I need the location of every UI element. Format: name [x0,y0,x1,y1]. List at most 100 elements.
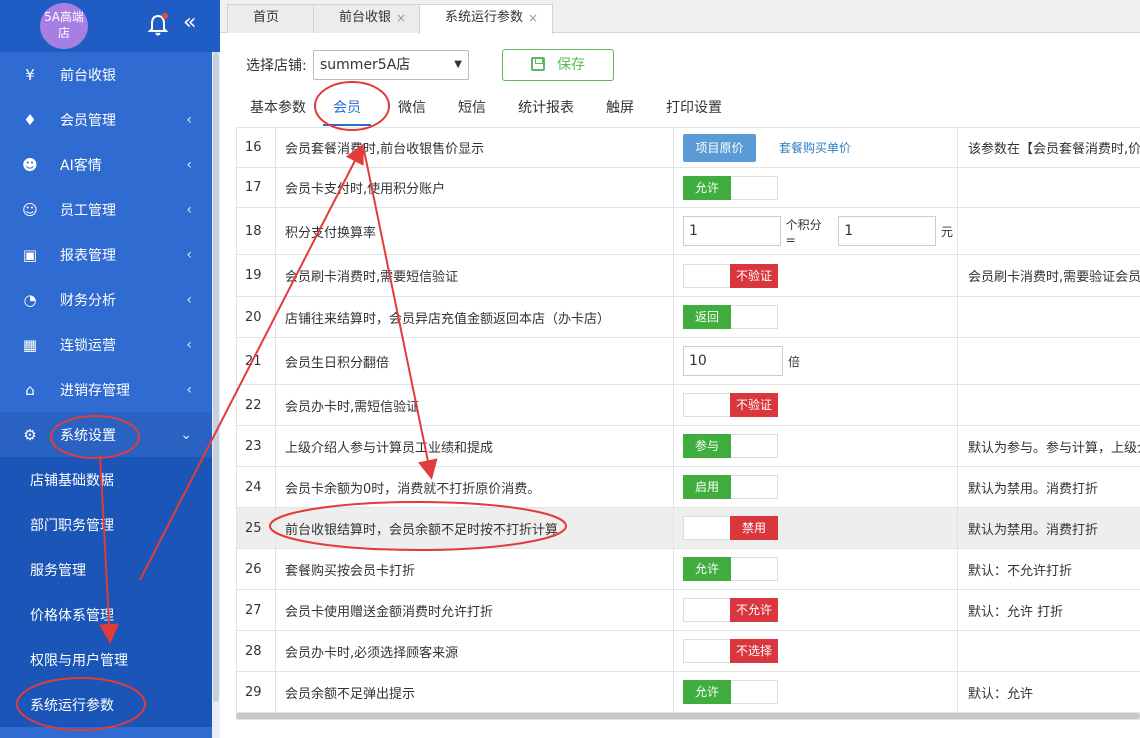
table-row: 19 会员刷卡消费时,需要短信验证 不验证 会员刷卡消费时,需要验证会员卡 [236,255,1140,297]
toggle-switch[interactable]: 参与 [683,434,778,458]
yuan-input[interactable]: 1 [838,216,936,246]
close-icon[interactable]: × [396,5,406,31]
sidebar-item-settings[interactable]: ⚙ 系统设置 ⌄ [0,412,212,457]
tab-cashier[interactable]: 前台收银 × [313,4,421,33]
row-description: 会员卡使用赠送金额消费时允许打折 [276,590,674,630]
toggle-switch-label: 允许 [683,175,731,200]
toggle-switch[interactable]: 允许 [683,680,778,704]
sidebar-item-staff[interactable]: ☺ 员工管理 ‹ [0,187,212,232]
sidebar-item-label: AI客情 [60,157,102,174]
row-description: 会员套餐消费时,前台收银售价显示 [276,128,674,167]
row-number: 27 [236,590,276,630]
store-logo[interactable]: 5A高端店 [40,3,88,49]
caret-down-icon: ▼ [454,59,462,70]
row-note [958,168,1140,207]
sidebar-scroll-thumb[interactable] [213,52,219,702]
row-note [958,338,1140,384]
submenu-store-basic[interactable]: 店铺基础数据 [0,457,212,502]
tab-label: 系统运行参数 [445,10,524,25]
tab-bar: 首页 前台收银 × 系统运行参数 × [220,0,1140,34]
store-select[interactable]: summer5A店 ▼ [313,50,469,80]
subtab-wechat[interactable]: 微信 [398,97,426,117]
toggle-switch[interactable]: 允许 [683,557,778,581]
sidebar-item-inventory[interactable]: ⌂ 进销存管理 ‹ [0,367,212,412]
close-icon[interactable]: × [528,5,538,31]
row-control: 10 倍 [674,338,958,384]
row-control: 返回 [674,297,958,337]
submenu-pricing[interactable]: 价格体系管理 [0,592,212,637]
row-note: 默认：允许 [968,686,1034,702]
tab-home[interactable]: 首页 [227,4,315,33]
row-note: 默认为禁用。消费打折 [968,481,1099,497]
floppy-disk-icon [531,57,545,71]
horizontal-scroll-thumb[interactable] [236,713,1140,719]
row-control: 不允许 [674,590,958,630]
toggle-switch[interactable]: 返回 [683,305,778,329]
submenu-services[interactable]: 服务管理 [0,547,212,592]
toggle-switch[interactable]: 不验证 [683,393,778,417]
submenu-runtime-params[interactable]: 系统运行参数 [0,682,212,727]
toggle-switch[interactable]: 允许 [683,175,778,200]
sidebar-item-ai-customer[interactable]: ☻ AI客情 ‹ [0,142,212,187]
table-row: 25 前台收银结算时，会员余额不足时按不打折计算 禁用 默认为禁用。消费打折 [236,508,1140,549]
package-price-link[interactable]: 套餐购买单价 [779,139,851,156]
bell-icon[interactable] [147,13,169,37]
subtab-print[interactable]: 打印设置 [666,97,722,117]
settings-table: 16 会员套餐消费时,前台收银售价显示 项目原价 套餐购买单价 该参数在【会员套… [236,127,1140,712]
table-row: 18 积分支付换算率 1 个积分 = 1 元 [236,208,1140,255]
toggle-switch[interactable]: 启用 [683,475,778,499]
sidebar-scrollbar[interactable] [212,52,220,738]
sidebar-item-chain[interactable]: ▦ 连锁运营 ‹ [0,322,212,367]
toggle-switch[interactable]: 禁用 [683,516,778,540]
sidebar-item-members[interactable]: ♦ 会员管理 ‹ [0,97,212,142]
birthday-multiplier-input[interactable]: 10 [683,346,783,376]
store-select-value: summer5A店 [320,57,411,73]
subtab-touch[interactable]: 触屏 [606,97,634,117]
subtab-member[interactable]: 会员 [333,97,361,117]
submenu-departments[interactable]: 部门职务管理 [0,502,212,547]
toggle-switch[interactable]: 不验证 [683,263,778,288]
row-note [958,385,1140,425]
sidebar-item-cashier[interactable]: ¥ 前台收银 [0,52,212,97]
toolbar: 选择店铺: summer5A店 ▼ 保存 [220,33,1140,93]
chevron-left-icon: ‹ [186,156,192,173]
tab-runtime-params[interactable]: 系统运行参数 × [419,4,553,34]
collapse-sidebar-icon[interactable]: « [183,10,196,35]
table-row: 24 会员卡余额为0时，消费就不打折原价消费。 启用 默认为禁用。消费打折 [236,467,1140,508]
row-control: 允许 [674,672,958,712]
table-row: 22 会员办卡时,需短信验证 不验证 [236,385,1140,426]
subtab-sms[interactable]: 短信 [458,97,486,117]
row-control: 不验证 [674,385,958,425]
toggle-switch[interactable]: 不允许 [683,598,778,622]
subtab-stats[interactable]: 统计报表 [518,97,574,117]
chevron-left-icon: ‹ [186,111,192,128]
row-number: 20 [236,297,276,337]
table-horizontal-scrollbar[interactable] [236,712,1140,720]
original-price-button[interactable]: 项目原价 [683,133,756,162]
toggle-switch[interactable]: 不选择 [683,639,778,663]
row-description: 会员刷卡消费时,需要短信验证 [276,255,674,296]
yen-icon: ¥ [25,65,35,84]
sidebar-item-finance[interactable]: ◔ 财务分析 ‹ [0,277,212,322]
row-control: 项目原价 套餐购买单价 [674,128,958,167]
sidebar-item-reports[interactable]: ▣ 报表管理 ‹ [0,232,212,277]
row-control: 参与 [674,426,958,466]
row-number: 18 [236,208,276,254]
points-input[interactable]: 1 [683,216,781,246]
table-row: 17 会员卡支付时,使用积分账户 允许 [236,168,1140,208]
submenu-permissions[interactable]: 权限与用户管理 [0,637,212,682]
row-control: 允许 [674,549,958,589]
save-button[interactable]: 保存 [502,49,614,81]
row-description: 前台收银结算时，会员余额不足时按不打折计算 [276,508,674,548]
row-description: 会员卡余额为0时，消费就不打折原价消费。 [276,467,674,507]
row-control: 不选择 [674,631,958,671]
chevron-left-icon: ‹ [186,291,192,308]
toggle-switch-label: 参与 [683,434,731,458]
row-description: 会员办卡时,必须选择顾客来源 [276,631,674,671]
row-note: 会员刷卡消费时,需要验证会员卡 [968,270,1140,285]
settings-submenu: 店铺基础数据 部门职务管理 服务管理 价格体系管理 权限与用户管理 系统运行参数 [0,457,212,727]
sidebar: 5A高端店 « ¥ 前台收银 ♦ 会员管理 ‹ ☻ AI客情 ‹ ☺ 员工管理 ‹ ▣ 报表管理… [0,0,220,738]
row-description: 套餐购买按会员卡打折 [276,549,674,589]
toggle-switch-label: 启用 [683,475,731,499]
subtab-basic[interactable]: 基本参数 [250,97,306,117]
